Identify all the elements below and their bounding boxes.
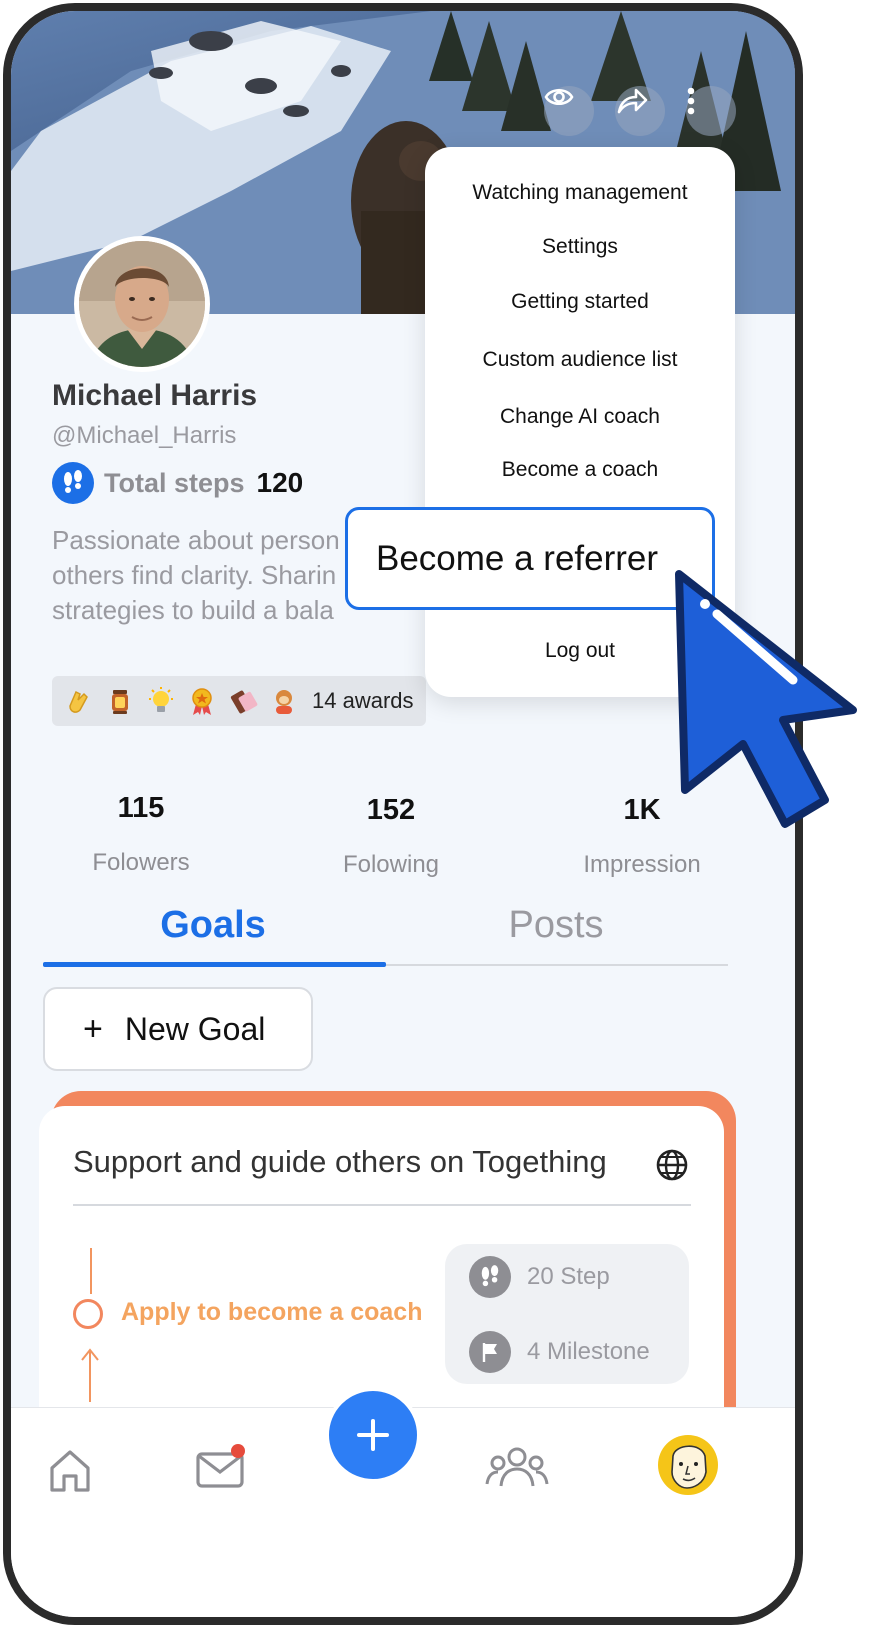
bio-line: others find clarity. Sharin <box>52 560 337 590</box>
tab-posts[interactable]: Posts <box>386 904 726 947</box>
impression-label: Impression <box>583 851 701 878</box>
timeline-line <box>90 1248 92 1294</box>
monkey-icon <box>276 690 292 714</box>
followers-stat[interactable]: 115 Folowers <box>41 792 241 877</box>
more-icon <box>687 87 695 115</box>
lightbulb-icon <box>149 687 173 712</box>
tab-goals[interactable]: Goals <box>43 904 383 947</box>
new-goal-button[interactable]: + New Goal <box>43 987 313 1071</box>
new-goal-label: New Goal <box>124 1010 266 1047</box>
menu-item-become-referrer[interactable]: Become a referrer <box>345 507 715 610</box>
menu-item-watching-management[interactable]: Watching management <box>425 181 735 205</box>
awards-count: 14 awards <box>312 688 414 713</box>
cursor-icon <box>675 570 857 828</box>
menu-item-become-coach[interactable]: Become a coach <box>425 458 735 482</box>
goal-milestones-text: 4 Milestone <box>527 1338 650 1365</box>
steps-value: 120 <box>256 467 304 498</box>
awards-bar[interactable]: 14 awards <box>52 676 426 726</box>
profile-handle: @Michael_Harris <box>52 422 237 449</box>
following-count: 152 <box>366 794 416 826</box>
menu-item-change-ai-coach[interactable]: Change AI coach <box>425 405 735 429</box>
avatar[interactable] <box>74 236 210 372</box>
timeline-node[interactable] <box>73 1299 103 1329</box>
tab-active-indicator <box>43 962 386 967</box>
clapping-hands-icon <box>69 690 88 713</box>
goal-card-divider <box>73 1204 691 1206</box>
people-icon[interactable] <box>485 1444 549 1492</box>
goal-title: Support and guide others on Togething <box>73 1144 607 1179</box>
flag-icon <box>469 1331 511 1373</box>
more-options-button[interactable] <box>686 86 736 136</box>
bio-line: strategies to build a bala <box>52 595 334 625</box>
footsteps-icon <box>469 1256 511 1298</box>
watch-button[interactable] <box>544 86 594 136</box>
plus-icon <box>357 1419 389 1451</box>
share-button[interactable] <box>615 86 665 136</box>
goal-item-apply-coach[interactable]: Apply to become a coach <box>121 1298 422 1327</box>
avatar-photo <box>79 241 205 367</box>
bio-line: Passionate about person <box>52 525 340 555</box>
goal-milestones: 4 Milestone <box>469 1330 650 1374</box>
menu-item-getting-started[interactable]: Getting started <box>425 290 735 314</box>
menu-item-custom-audience-list[interactable]: Custom audience list <box>425 348 735 372</box>
menu-item-settings[interactable]: Settings <box>425 235 735 259</box>
home-icon[interactable] <box>46 1446 94 1494</box>
plus-icon: + <box>83 1009 103 1048</box>
steps-label: Total steps <box>104 467 245 498</box>
ai-coach-icon[interactable] <box>657 1434 719 1496</box>
followers-label: Folowers <box>92 849 190 876</box>
goal-steps-text: 20 Step <box>527 1263 610 1290</box>
eye-icon <box>544 88 574 106</box>
goal-meta: 20 Step 4 Milestone <box>445 1244 689 1384</box>
create-button[interactable] <box>325 1387 421 1483</box>
medal-icon <box>192 688 212 715</box>
lantern-icon <box>112 690 128 714</box>
total-steps: Total steps 120 <box>52 461 303 505</box>
profile-bio: Passionate about person others find clar… <box>52 523 372 633</box>
become-referrer-label: Become a referrer <box>376 538 659 578</box>
share-icon <box>617 88 648 114</box>
timeline-arrow-icon <box>81 1348 99 1402</box>
chocolate-icon <box>230 690 258 714</box>
globe-icon[interactable] <box>655 1148 689 1182</box>
followers-count: 115 <box>117 792 165 824</box>
goal-steps: 20 Step <box>469 1255 610 1299</box>
profile-name: Michael Harris <box>52 379 258 412</box>
mail-icon[interactable] <box>194 1444 250 1492</box>
following-label: Folowing <box>342 851 440 878</box>
footsteps-icon <box>52 462 94 504</box>
following-stat[interactable]: 152 Folowing <box>291 794 491 879</box>
